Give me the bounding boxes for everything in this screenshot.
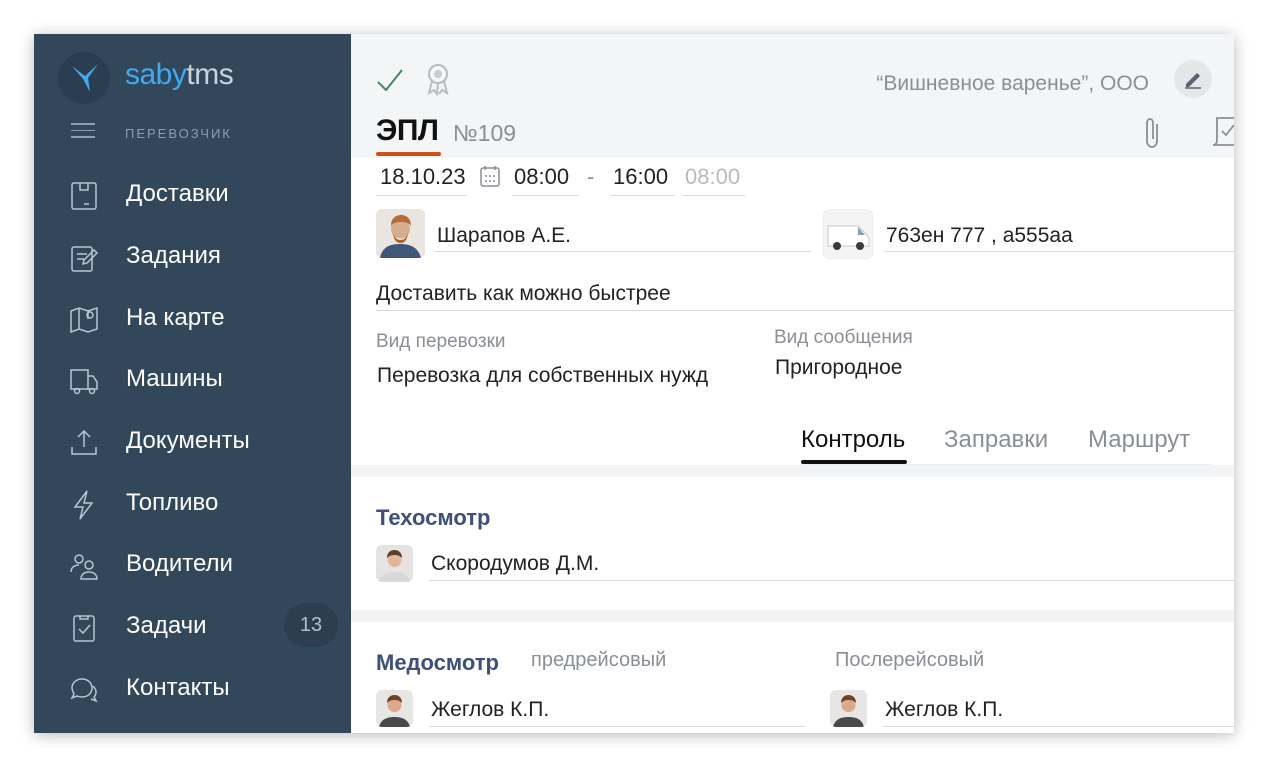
bird-logo-icon — [72, 64, 98, 92]
truck-icon — [70, 369, 98, 395]
driver-field[interactable]: Шарапов А.Е. — [437, 224, 571, 248]
time-from-field[interactable]: 08:00 — [514, 164, 569, 190]
driver-avatar — [376, 209, 425, 258]
inspector-underline — [429, 580, 1234, 581]
document-number: №109 — [453, 120, 517, 146]
sidebar-item-label: Документы — [126, 427, 250, 454]
app-window: sabytms ПЕРЕВОЗЧИК Доставки Задания На к… — [34, 34, 1234, 733]
post-medic-field[interactable]: Жеглов К.П. — [885, 698, 1003, 722]
vehicle-field[interactable]: 763ен 777 , а555аа — [886, 224, 1073, 248]
sidebar-item-fuel[interactable]: Топливо — [34, 476, 351, 530]
main-panel: “Вишневное варенье”, ООО ЭПЛ №109 18.10.… — [351, 34, 1234, 733]
inspection-title: Техосмотр — [376, 505, 491, 530]
people-icon — [70, 554, 98, 580]
driver-underline — [435, 251, 811, 252]
post-medic-underline — [883, 726, 1234, 727]
sidebar-item-map[interactable]: На карте — [34, 291, 351, 345]
comment-underline — [376, 310, 1234, 311]
sidebar-item-label: Задачи — [126, 612, 207, 639]
sidebar-item-label: Топливо — [126, 489, 219, 516]
pre-medic-avatar — [376, 690, 413, 727]
time-to-field[interactable]: 16:00 — [613, 164, 668, 190]
time-extra-field[interactable]: 08:00 — [685, 164, 740, 190]
box-icon — [71, 182, 97, 210]
time-from-underline — [512, 195, 578, 196]
role-label: ПЕРЕВОЗЧИК — [125, 126, 232, 141]
document-header: “Вишневное варенье”, ООО ЭПЛ №109 — [351, 34, 1234, 158]
sidebar-item-label: На карте — [126, 304, 225, 331]
vehicle-thumbnail — [823, 209, 873, 259]
pencil-icon — [1185, 73, 1201, 89]
tasks-count-badge: 13 — [284, 603, 338, 647]
edit-button[interactable] — [1174, 60, 1212, 98]
time-to-underline — [610, 195, 674, 196]
message-type-value[interactable]: Пригородное — [775, 356, 903, 380]
medical-title: Медосмотр — [376, 650, 499, 675]
map-icon — [70, 306, 98, 334]
sidebar-item-label: Машины — [126, 365, 223, 392]
sidebar-item-label: Доставки — [126, 180, 229, 207]
van-icon — [827, 225, 870, 250]
date-underline — [376, 195, 466, 196]
sidebar-item-documents[interactable]: Документы — [34, 414, 351, 468]
brand-name: sabytms — [125, 58, 234, 91]
sidebar-item-tasks[interactable]: Задания — [34, 229, 351, 283]
sidebar-item-label: Задания — [126, 242, 221, 269]
sidebar: sabytms ПЕРЕВОЗЧИК Доставки Задания На к… — [34, 34, 351, 733]
post-trip-label: Послерейсовый — [835, 649, 985, 671]
chat-icon — [70, 678, 98, 703]
date-field[interactable]: 18.10.23 — [380, 164, 466, 190]
sidebar-item-contacts[interactable]: Контакты — [34, 661, 351, 715]
tab-control[interactable]: Контроль — [801, 426, 905, 454]
upload-icon — [71, 429, 97, 455]
document-type: ЭПЛ — [376, 114, 439, 147]
company-name: “Вишневное варенье”, ООО — [876, 72, 1149, 95]
lightning-icon — [73, 490, 94, 520]
pre-trip-label: предрейсовый — [531, 649, 667, 671]
comment-field[interactable]: Доставить как можно быстрее — [376, 282, 671, 306]
sidebar-item-label: Контакты — [126, 674, 230, 701]
task-edit-icon — [71, 246, 99, 272]
post-medic-avatar — [830, 690, 867, 727]
award-icon[interactable] — [424, 62, 452, 96]
paperclip-icon[interactable] — [1141, 115, 1163, 151]
message-type-label: Вид сообщения — [774, 327, 913, 348]
clipboard-check-icon — [73, 615, 95, 642]
pre-medic-underline — [429, 726, 805, 727]
tab-route[interactable]: Маршрут — [1088, 426, 1190, 454]
logo[interactable] — [58, 52, 110, 104]
title-underline — [376, 152, 441, 156]
inspector-avatar — [376, 545, 413, 582]
calendar-icon[interactable] — [479, 164, 501, 188]
sidebar-item-deliveries[interactable]: Доставки — [34, 167, 351, 221]
section-separator — [351, 610, 1234, 622]
sign-document-icon[interactable] — [1207, 114, 1234, 150]
sidebar-item-vehicles[interactable]: Машины — [34, 352, 351, 406]
menu-icon[interactable] — [71, 123, 95, 139]
section-separator — [351, 465, 1234, 477]
sidebar-item-drivers[interactable]: Водители — [34, 537, 351, 591]
check-icon[interactable] — [375, 66, 405, 96]
vehicle-underline — [884, 251, 1234, 252]
tab-refuels[interactable]: Заправки — [944, 426, 1048, 454]
transport-type-value[interactable]: Перевозка для собственных нужд — [377, 364, 708, 388]
time-dash: - — [587, 164, 595, 189]
transport-type-label: Вид перевозки — [376, 331, 506, 352]
pre-medic-field[interactable]: Жеглов К.П. — [431, 698, 549, 722]
sidebar-item-label: Водители — [126, 550, 233, 577]
time-extra-underline — [683, 195, 745, 196]
sidebar-item-todo[interactable]: Задачи 13 — [34, 599, 351, 653]
inspector-field[interactable]: Скородумов Д.М. — [431, 552, 599, 576]
